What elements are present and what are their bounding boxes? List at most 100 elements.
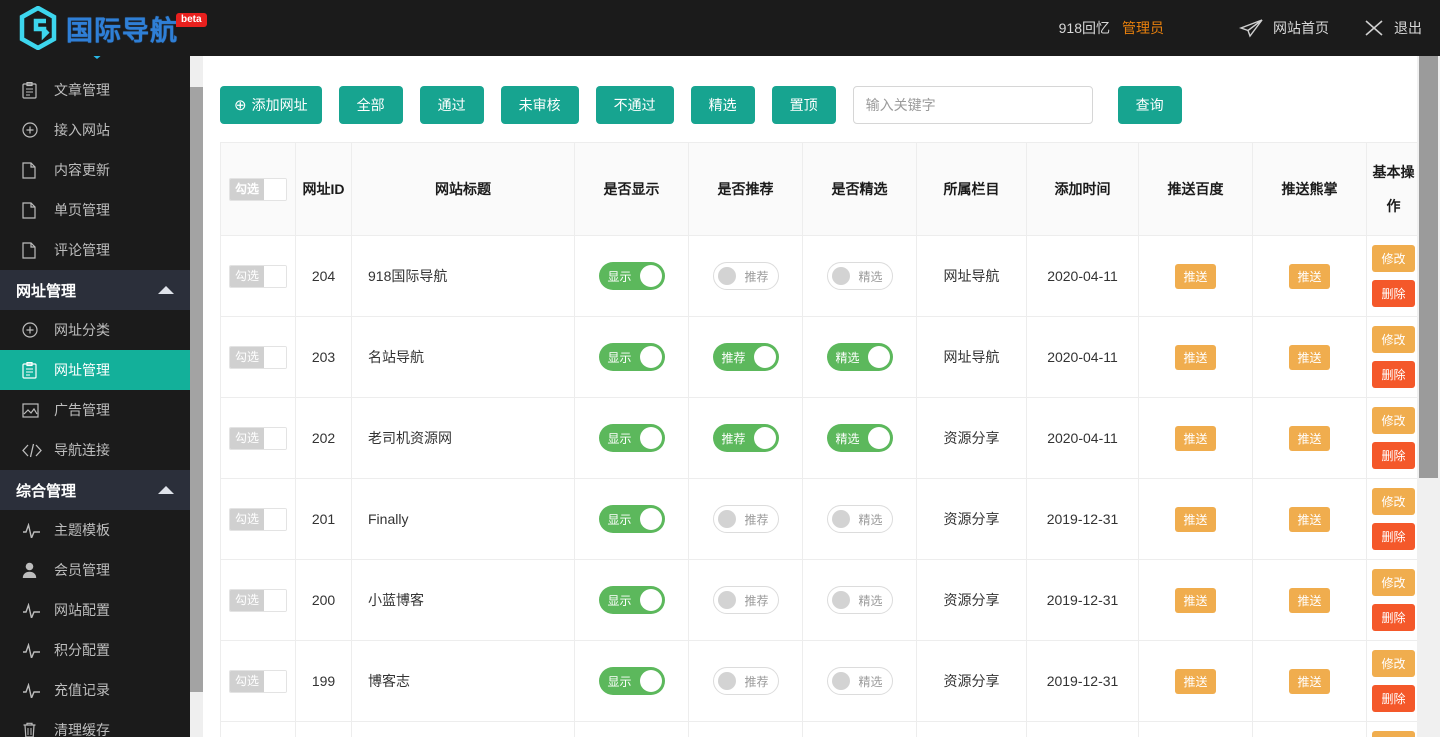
site-home-link[interactable]: 网站首页 <box>1238 18 1329 38</box>
recommend-toggle[interactable]: 推荐 <box>713 424 779 452</box>
show-toggle[interactable]: 显示 <box>599 586 665 614</box>
delete-button[interactable]: 删除 <box>1372 280 1414 307</box>
filter-approved-button[interactable]: 通过 <box>420 86 484 124</box>
sidebar-scrollbar[interactable] <box>190 56 203 737</box>
row-checkbox[interactable]: 勾选 <box>229 346 287 369</box>
sidebar-scrollbar-thumb[interactable] <box>190 87 203 692</box>
query-button[interactable]: 查询 <box>1118 86 1182 124</box>
select-all-checkbox[interactable]: 勾选 <box>229 178 287 201</box>
filter-pending-button[interactable]: 未审核 <box>501 86 579 124</box>
edit-button[interactable]: 修改 <box>1372 488 1414 515</box>
recommend-toggle[interactable]: 推荐 <box>713 505 779 533</box>
feature-toggle[interactable]: 精选 <box>827 505 893 533</box>
logout-link[interactable]: 退出 <box>1363 18 1422 38</box>
row-checkbox[interactable]: 勾选 <box>229 670 287 693</box>
sidebar-group-general-manage[interactable]: 综合管理 <box>0 470 190 510</box>
recommend-toggle[interactable]: 推荐 <box>713 343 779 371</box>
sidebar-item-recharge-records[interactable]: 充值记录 <box>0 670 190 710</box>
push-baidu-button[interactable]: 推送 <box>1175 264 1215 289</box>
cell-recommend: 推荐 <box>689 317 803 398</box>
row-checkbox[interactable]: 勾选 <box>229 265 287 288</box>
push-xiongzhang-button[interactable]: 推送 <box>1289 426 1329 451</box>
sidebar-item-nav-links[interactable]: 导航连接 <box>0 430 190 470</box>
row-checkbox-box[interactable] <box>264 428 286 449</box>
show-toggle-label: 显示 <box>608 349 632 366</box>
push-xiongzhang-button[interactable]: 推送 <box>1289 264 1329 289</box>
sidebar-item-comment-manage[interactable]: 评论管理 <box>0 230 190 270</box>
row-checkbox-box[interactable] <box>264 266 286 287</box>
feature-toggle[interactable]: 精选 <box>827 424 893 452</box>
edit-button[interactable]: 修改 <box>1372 407 1414 434</box>
sidebar-item-url-manage[interactable]: 网址管理 <box>0 350 190 390</box>
row-checkbox-box[interactable] <box>264 347 286 368</box>
document-icon <box>22 241 44 259</box>
edit-button[interactable]: 修改 <box>1372 245 1414 272</box>
edit-button[interactable]: 修改 <box>1372 731 1414 737</box>
filter-pinned-button[interactable]: 置顶 <box>772 86 836 124</box>
filter-rejected-button[interactable]: 不通过 <box>596 86 674 124</box>
edit-button[interactable]: 修改 <box>1372 569 1414 596</box>
row-checkbox-box[interactable] <box>264 590 286 611</box>
push-baidu-button[interactable]: 推送 <box>1175 669 1215 694</box>
push-xiongzhang-button[interactable]: 推送 <box>1289 588 1329 613</box>
sidebar-item-article-manage[interactable]: 文章管理 <box>0 70 190 110</box>
recommend-toggle[interactable]: 推荐 <box>713 667 779 695</box>
column-header-operations: 基本操作 <box>1367 143 1418 236</box>
row-checkbox[interactable]: 勾选 <box>229 427 287 450</box>
delete-button[interactable]: 删除 <box>1372 361 1414 388</box>
delete-button[interactable]: 删除 <box>1372 604 1414 631</box>
sidebar-item-connect-site[interactable]: 接入网站 <box>0 110 190 150</box>
push-baidu-button[interactable]: 推送 <box>1175 507 1215 532</box>
sidebar-item-points-config[interactable]: 积分配置 <box>0 630 190 670</box>
feature-toggle[interactable]: 精选 <box>827 262 893 290</box>
filter-all-button[interactable]: 全部 <box>339 86 403 124</box>
show-toggle[interactable]: 显示 <box>599 505 665 533</box>
recommend-toggle[interactable]: 推荐 <box>713 262 779 290</box>
push-baidu-button[interactable]: 推送 <box>1175 345 1215 370</box>
show-toggle[interactable]: 显示 <box>599 262 665 290</box>
sidebar-item-label: 广告管理 <box>54 400 110 420</box>
select-all-box[interactable] <box>264 179 286 200</box>
filter-featured-button[interactable]: 精选 <box>691 86 755 124</box>
push-xiongzhang-button[interactable]: 推送 <box>1289 345 1329 370</box>
sidebar-item-single-page[interactable]: 单页管理 <box>0 190 190 230</box>
sidebar-item-label: 文章管理 <box>54 80 110 100</box>
row-checkbox[interactable]: 勾选 <box>229 589 287 612</box>
feature-toggle[interactable]: 精选 <box>827 343 893 371</box>
row-checkbox[interactable]: 勾选 <box>229 508 287 531</box>
push-xiongzhang-button[interactable]: 推送 <box>1289 507 1329 532</box>
delete-button[interactable]: 删除 <box>1372 442 1414 469</box>
delete-button[interactable]: 删除 <box>1372 523 1414 550</box>
brand-logo[interactable]: 国际导航 beta <box>0 6 209 50</box>
show-toggle[interactable]: 显示 <box>599 667 665 695</box>
sidebar-item-clear-cache[interactable]: 清理缓存 <box>0 710 190 737</box>
row-checkbox-box[interactable] <box>264 509 286 530</box>
sidebar-item-ad-manage[interactable]: 广告管理 <box>0 390 190 430</box>
table-row: 勾选 204 918国际导航 显示 推荐 精选 网址导航 2020-04-11 … <box>221 236 1418 317</box>
cell-select: 勾选 <box>221 317 296 398</box>
show-toggle[interactable]: 显示 <box>599 424 665 452</box>
feature-toggle[interactable]: 精选 <box>827 586 893 614</box>
cell-date <box>1027 722 1139 737</box>
show-toggle[interactable]: 显示 <box>599 343 665 371</box>
search-input[interactable] <box>853 86 1093 124</box>
sidebar-item-label: 评论管理 <box>54 240 110 260</box>
push-baidu-button[interactable]: 推送 <box>1175 426 1215 451</box>
edit-button[interactable]: 修改 <box>1372 326 1414 353</box>
sidebar-item-member-manage[interactable]: 会员管理 <box>0 550 190 590</box>
sidebar-item-url-category[interactable]: 网址分类 <box>0 310 190 350</box>
edit-button[interactable]: 修改 <box>1372 650 1414 677</box>
sidebar-group-url-manage[interactable]: 网址管理 <box>0 270 190 310</box>
page-scrollbar[interactable] <box>1417 56 1440 737</box>
recommend-toggle[interactable]: 推荐 <box>713 586 779 614</box>
add-url-button[interactable]: ⊕ 添加网址 <box>220 86 322 124</box>
push-baidu-button[interactable]: 推送 <box>1175 588 1215 613</box>
sidebar-item-content-update[interactable]: 内容更新 <box>0 150 190 190</box>
delete-button[interactable]: 删除 <box>1372 685 1414 712</box>
push-xiongzhang-button[interactable]: 推送 <box>1289 669 1329 694</box>
page-scrollbar-thumb[interactable] <box>1419 56 1438 478</box>
sidebar-item-theme-template[interactable]: 主题模板 <box>0 510 190 550</box>
row-checkbox-box[interactable] <box>264 671 286 692</box>
feature-toggle[interactable]: 精选 <box>827 667 893 695</box>
sidebar-item-site-config[interactable]: 网站配置 <box>0 590 190 630</box>
